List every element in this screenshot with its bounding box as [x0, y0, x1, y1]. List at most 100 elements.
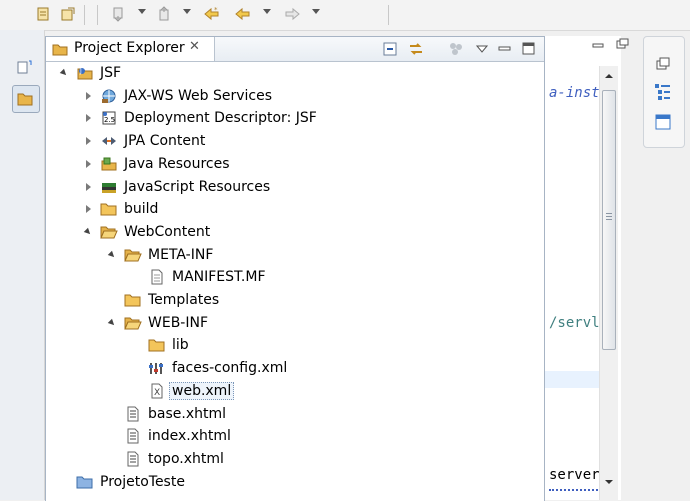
xhtml-file-icon [124, 428, 142, 444]
tree-item[interactable]: WEB-INF [106, 312, 208, 334]
project-explorer-icon [52, 44, 68, 56]
svg-text:X: X [154, 388, 160, 398]
vertical-scrollbar[interactable] [599, 66, 618, 500]
last-edit-location-icon[interactable]: * [202, 4, 222, 24]
open-type-icon[interactable] [33, 4, 53, 24]
tree-item[interactable]: Java Resources [82, 153, 230, 175]
folder-open-icon [124, 315, 142, 331]
tree-item-label: WEB-INF [148, 314, 208, 331]
java-resources-icon [100, 156, 118, 172]
tree-item[interactable]: JAX-WS Web Services [82, 85, 272, 107]
collapse-all-icon[interactable] [381, 40, 399, 58]
tree-item[interactable]: Xweb.xml [148, 380, 235, 402]
forward-arrow-icon[interactable] [282, 4, 302, 24]
text-file-icon [148, 269, 166, 285]
close-icon[interactable]: ✕ [189, 39, 200, 54]
chevron-down-icon[interactable] [138, 9, 146, 14]
faces-config-icon [148, 360, 166, 376]
scroll-down-icon[interactable] [604, 478, 614, 486]
javascript-resources-icon [100, 179, 118, 195]
tree-item-label: WebContent [124, 223, 211, 240]
tree-item-label: index.xhtml [148, 428, 231, 445]
tree-item[interactable]: base.xhtml [124, 403, 226, 425]
tree-item-label: faces-config.xml [172, 360, 288, 377]
maximize-icon[interactable] [520, 40, 538, 58]
collapsed-arrow-icon[interactable] [82, 112, 94, 124]
expanded-arrow-icon[interactable] [82, 226, 94, 238]
tree-item[interactable]: JPA Content [82, 130, 205, 152]
svg-text:J: J [79, 68, 82, 75]
tree-item[interactable]: build [82, 198, 158, 220]
scrollbar-thumb[interactable] [602, 90, 616, 350]
project-explorer-view: Project Explorer ✕ J JSF JAX-WS Web Servic… [45, 36, 545, 501]
chevron-down-icon[interactable] [263, 9, 271, 14]
tab-label: Project Explorer [74, 40, 185, 56]
previous-annotation-icon[interactable] [154, 4, 174, 24]
svg-text:2.5: 2.5 [104, 116, 115, 124]
project-folder-icon [76, 474, 94, 490]
tree-item-label: JPA Content [124, 133, 206, 150]
expanded-arrow-icon[interactable] [58, 67, 70, 79]
view-menu-icon[interactable] [473, 40, 491, 58]
tree-item-label: META-INF [148, 246, 214, 263]
tree-item-label: topo.xhtml [148, 450, 224, 467]
collapsed-arrow-icon[interactable] [82, 158, 94, 170]
back-arrow-icon[interactable] [233, 4, 253, 24]
tree-item-label: lib [172, 337, 189, 354]
folder-icon [148, 337, 166, 353]
folder-open-icon [100, 224, 118, 240]
toolbar-separator [388, 5, 389, 25]
open-resource-icon[interactable] [58, 4, 78, 24]
chevron-down-icon[interactable] [312, 9, 320, 14]
current-line-highlight [545, 371, 601, 388]
tree-item[interactable]: topo.xhtml [124, 448, 224, 470]
tree-item[interactable]: JavaScript Resources [82, 176, 270, 198]
expanded-arrow-icon[interactable] [106, 249, 118, 261]
tree-item[interactable]: lib [148, 334, 189, 356]
maximize-icon[interactable] [616, 38, 630, 50]
tree-item[interactable]: WebContent [82, 221, 210, 243]
task-list-icon[interactable] [653, 112, 673, 132]
collapsed-arrow-icon[interactable] [82, 135, 94, 147]
project-tree[interactable]: J JSF JAX-WS Web Services 2.5 Deployment Des… [46, 62, 544, 501]
collapsed-arrow-icon[interactable] [82, 181, 94, 193]
tab-project-explorer[interactable]: Project Explorer ✕ [46, 37, 215, 61]
restore-icon[interactable] [653, 55, 673, 73]
minimize-icon[interactable] [496, 40, 514, 58]
svg-text:*: * [214, 6, 218, 14]
tree-item[interactable]: 2.5 Deployment Descriptor: JSF [82, 107, 317, 129]
xml-file-icon: X [148, 383, 166, 399]
toolbar-separator [97, 5, 98, 25]
expanded-arrow-icon[interactable] [106, 317, 118, 329]
code-line: a-inst [549, 85, 600, 101]
project-explorer-trim-icon[interactable] [12, 85, 40, 113]
tree-item-label: base.xhtml [148, 405, 226, 422]
tree-item[interactable]: ProjetoTeste [76, 471, 185, 493]
collapsed-arrow-icon[interactable] [82, 203, 94, 215]
main-toolbar: * [0, 0, 690, 31]
link-with-editor-icon[interactable] [407, 40, 425, 58]
restore-icon[interactable] [14, 58, 34, 78]
folder-icon [124, 292, 142, 308]
focus-on-active-task-icon[interactable] [447, 40, 465, 58]
xhtml-file-icon [124, 451, 142, 467]
code-line: server [549, 467, 600, 483]
tree-item-label: JAX-WS Web Services [124, 87, 273, 104]
tree-item-label: Deployment Descriptor: JSF [124, 110, 317, 127]
view-tab-bar: Project Explorer ✕ [46, 37, 544, 62]
tree-item[interactable]: index.xhtml [124, 425, 231, 447]
tree-item-label: JavaScript Resources [124, 178, 271, 195]
tree-item[interactable]: MANIFEST.MF [148, 266, 266, 288]
tree-item[interactable]: META-INF [106, 244, 213, 266]
tree-item[interactable]: J JSF [58, 62, 121, 84]
scroll-up-icon[interactable] [604, 72, 614, 80]
next-annotation-icon[interactable] [108, 4, 128, 24]
tree-item[interactable]: Templates [124, 289, 219, 311]
minimize-icon[interactable] [592, 39, 606, 49]
chevron-down-icon[interactable] [183, 9, 191, 14]
collapsed-arrow-icon[interactable] [82, 90, 94, 102]
tree-item[interactable]: faces-config.xml [148, 357, 287, 379]
tree-item-label: web.xml [169, 381, 235, 400]
outline-icon[interactable] [653, 82, 673, 102]
folder-icon [100, 201, 118, 217]
